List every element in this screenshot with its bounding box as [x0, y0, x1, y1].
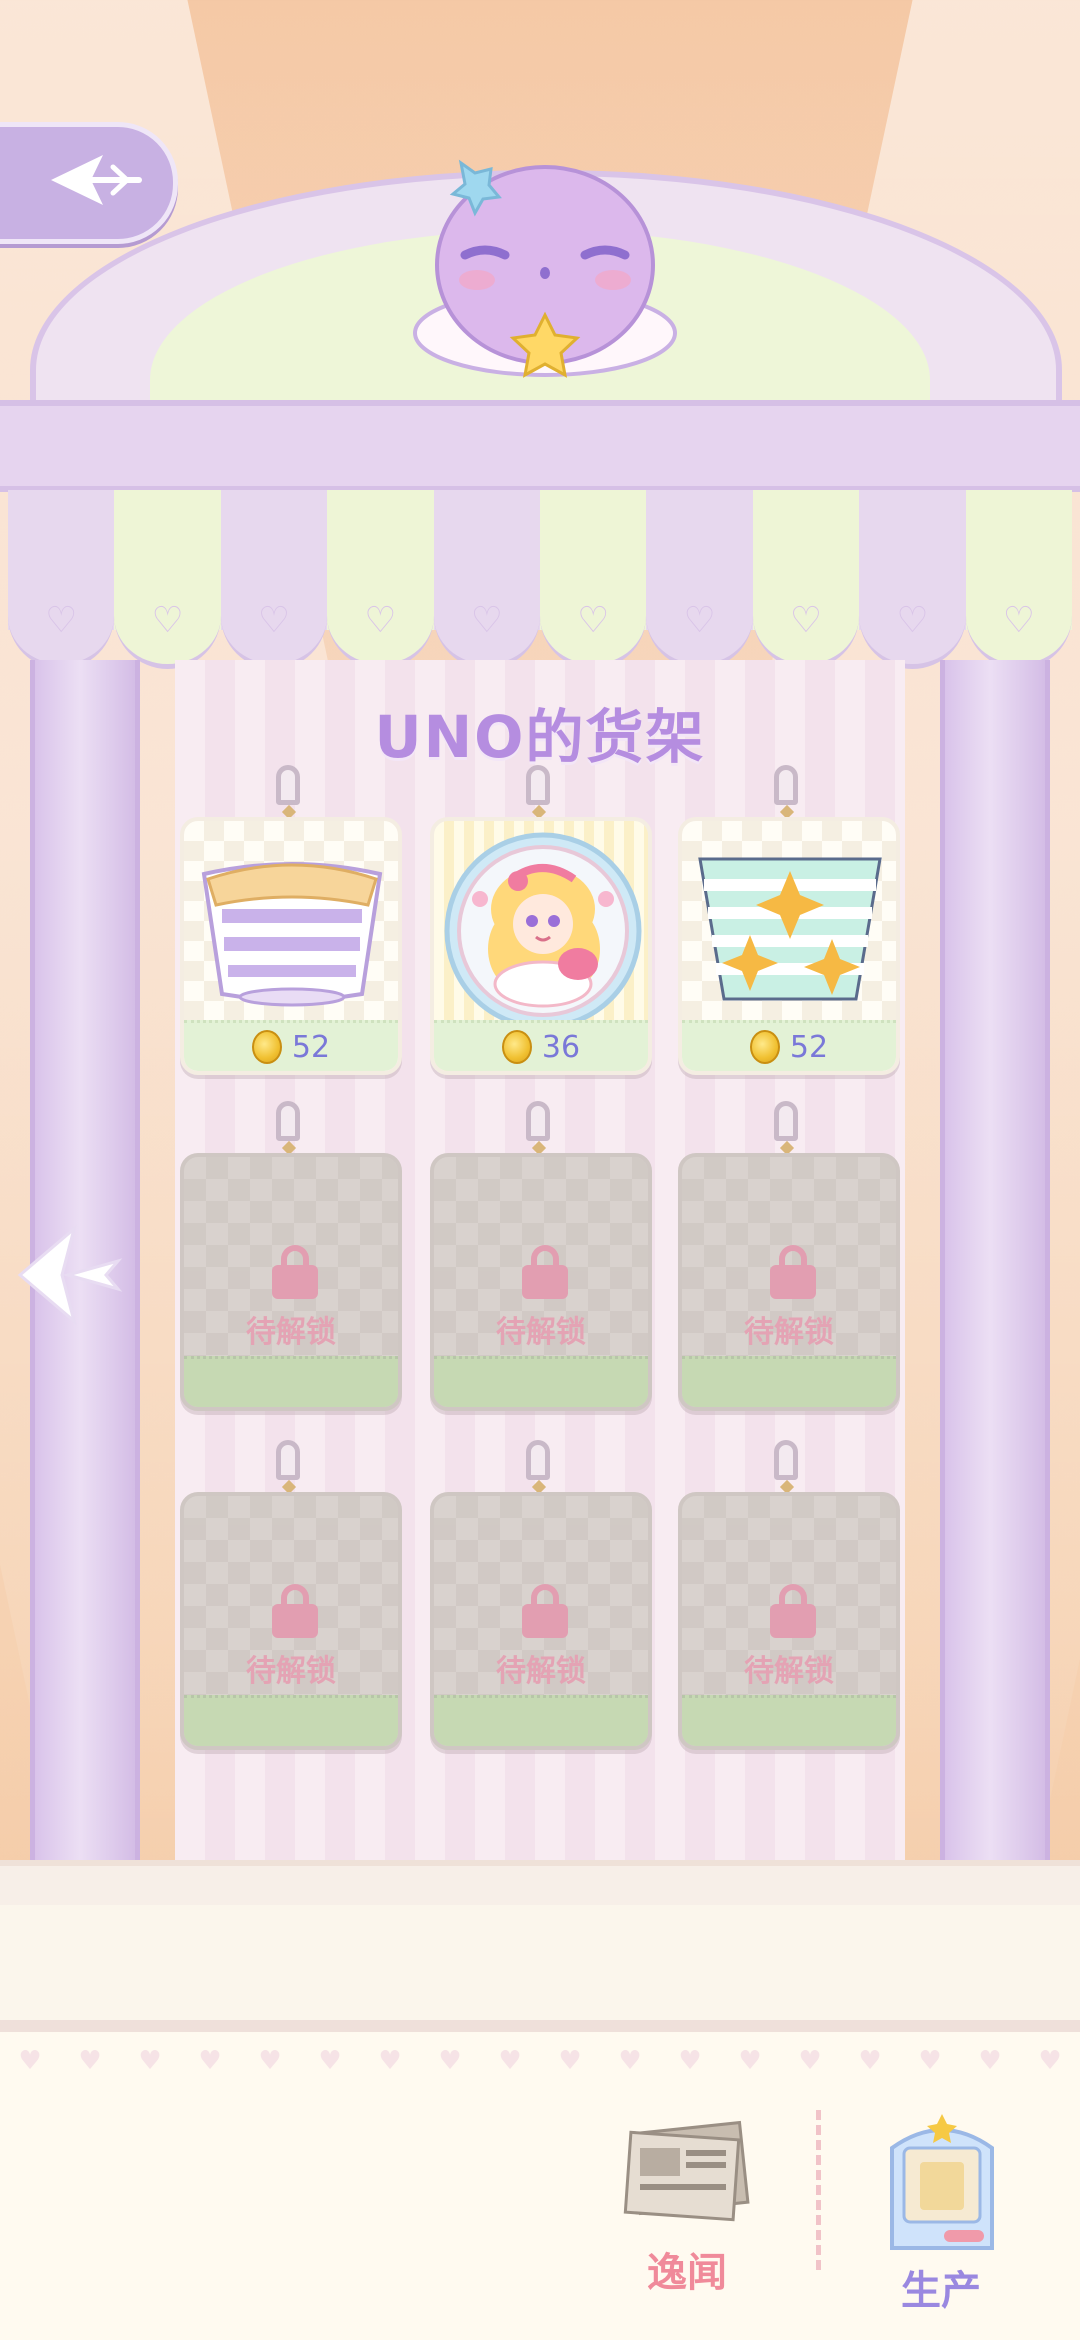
lock-icon [770, 1245, 816, 1299]
back-arrow-icon [51, 155, 142, 205]
coin-icon [501, 1030, 532, 1064]
news-button[interactable]: 逸闻 [612, 2118, 762, 2298]
octopus-mascot-icon [413, 159, 677, 378]
counter-edge [0, 2020, 1080, 2032]
locked-shelf-slot[interactable]: 待解锁 [678, 1101, 900, 1411]
shelf-title: UNO的货架 [374, 703, 706, 771]
locked-shelf-slot[interactable]: 待解锁 [180, 1440, 402, 1750]
produce-button[interactable]: 生产 [876, 2108, 1006, 2314]
lock-label: 待解锁 [246, 1654, 336, 1689]
news-label: 逸闻 [647, 2250, 727, 2296]
item-price: 52 [789, 1029, 829, 1065]
locked-shelf-slot[interactable]: 待解锁 [678, 1440, 900, 1750]
mint-star-bucket-icon [698, 857, 882, 1001]
newspaper-icon [623, 2120, 750, 2222]
lock-label: 待解锁 [496, 1654, 586, 1689]
produce-label: 生产 [901, 2268, 981, 2314]
lock-label: 待解锁 [496, 1315, 586, 1350]
awning-beam [0, 400, 1080, 492]
locked-shelf-slot[interactable]: 待解锁 [430, 1440, 652, 1750]
heart-border: ♥ ♥ ♥ ♥ ♥ ♥ ♥ ♥ ♥ ♥ ♥ ♥ ♥ ♥ ♥ ♥ ♥ ♥ [18, 2046, 1062, 2076]
lock-label: 待解锁 [744, 1315, 834, 1350]
lock-icon [770, 1584, 816, 1638]
shelf-counter-top [0, 1860, 1080, 1910]
purple-striped-cup-icon [201, 862, 383, 1007]
shelf-item-card[interactable]: 52 [180, 765, 402, 1075]
coin-icon [749, 1030, 780, 1064]
back-button[interactable] [0, 122, 178, 244]
locked-shelf-slot[interactable]: 待解锁 [430, 1101, 652, 1411]
lock-icon [522, 1245, 568, 1299]
right-pillar [940, 660, 1050, 1870]
shelf-item-card[interactable]: 52 [678, 765, 900, 1075]
shelf-item-card[interactable]: 36 [430, 765, 652, 1075]
item-price: 36 [541, 1029, 581, 1065]
lock-label: 待解锁 [744, 1654, 834, 1689]
lock-icon [522, 1584, 568, 1638]
nav-divider [816, 2110, 821, 2270]
locked-shelf-slot[interactable]: 待解锁 [180, 1101, 402, 1411]
item-price: 52 [291, 1029, 331, 1065]
lock-icon [272, 1584, 318, 1638]
produce-machine-icon [890, 2114, 994, 2250]
girl-portrait-badge-icon [444, 832, 642, 1029]
lock-label: 待解锁 [246, 1315, 336, 1350]
prev-page-arrow-icon[interactable] [14, 1215, 124, 1335]
awning-scallops: ♡ ♡ ♡ ♡ ♡ ♡ ♡ ♡ ♡ ♡ [8, 590, 1073, 670]
coin-icon [251, 1030, 282, 1064]
shelf-counter [0, 1905, 1080, 2020]
lock-icon [272, 1245, 318, 1299]
